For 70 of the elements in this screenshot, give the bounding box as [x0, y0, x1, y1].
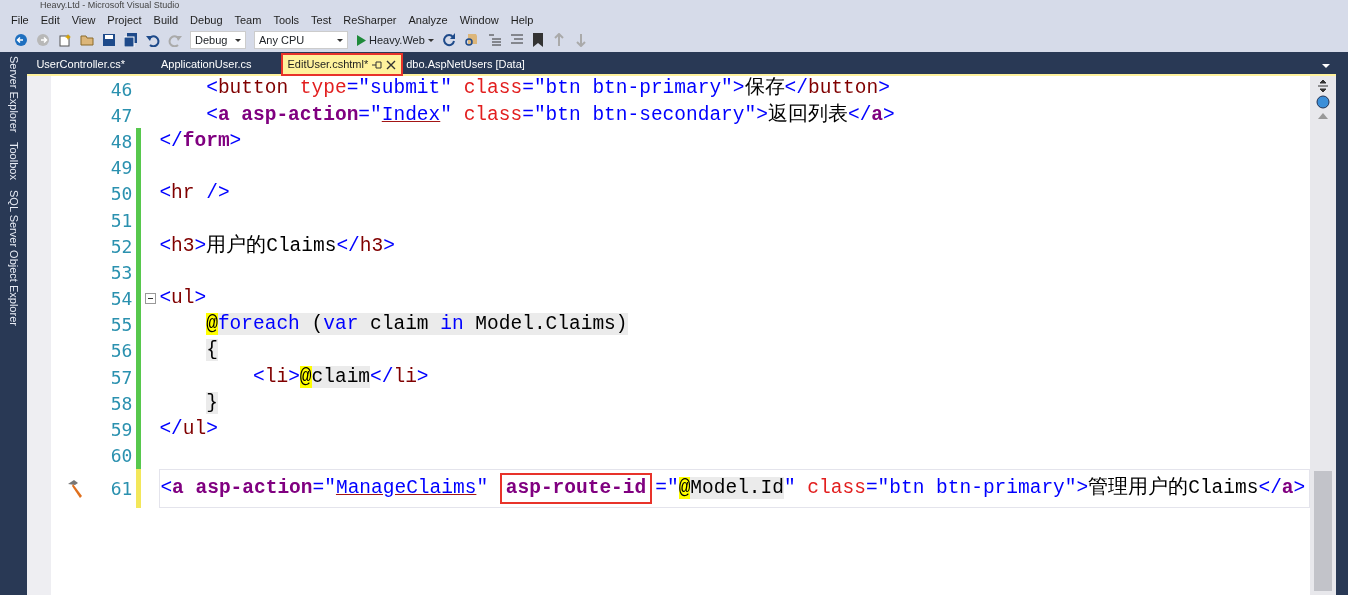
code-line: </form>	[159, 128, 243, 154]
line-number: 46	[109, 77, 133, 102]
save-icon[interactable]	[102, 33, 116, 47]
line-number: 58	[109, 391, 133, 416]
menu-item[interactable]: Project	[102, 9, 149, 29]
circle-icon[interactable]	[1316, 95, 1331, 109]
line-number: 54	[109, 287, 133, 312]
folder-icon[interactable]	[80, 33, 94, 47]
line-number: 59	[109, 418, 133, 443]
menu-item[interactable]: Window	[454, 9, 506, 29]
code-line: <button type="submit" class="btn btn-primary">保存</button>	[205, 76, 891, 102]
save-all-icon[interactable]	[124, 33, 138, 47]
line-number: 60	[109, 444, 133, 469]
line-number: 48	[109, 129, 133, 154]
find-icon[interactable]	[463, 33, 480, 47]
document-tab[interactable]: dbo.AspNetUsers [Data]	[401, 55, 530, 74]
line-number: 61	[109, 477, 133, 501]
menu-item[interactable]: Tools	[268, 9, 307, 29]
indent-icon[interactable]	[487, 33, 502, 47]
code-line: </ul>	[159, 416, 219, 442]
caret-icon[interactable]	[235, 38, 241, 42]
menu-item[interactable]: Debug	[185, 9, 230, 29]
menu-item[interactable]: Test	[306, 9, 339, 29]
menu-item[interactable]: ReSharper	[338, 9, 404, 29]
split-icon[interactable]	[1317, 80, 1330, 92]
line-number: 53	[109, 260, 133, 285]
start-button[interactable]: Heavy.Web	[356, 31, 434, 49]
line-number: 47	[109, 103, 133, 128]
menu-item[interactable]: Edit	[35, 9, 67, 29]
code-line: <li>@claim</li>	[252, 364, 430, 390]
pin-icon[interactable]	[372, 59, 383, 70]
document-tab[interactable]: ApplicationUser.cs	[156, 55, 257, 74]
code-line: <a asp-action="Index" class="btn btn-secondary">返回列表</a>	[205, 102, 896, 128]
line-number: 55	[109, 313, 133, 338]
caret-icon[interactable]	[337, 38, 343, 42]
line-number: 52	[109, 234, 133, 259]
menu-item[interactable]: Analyze	[403, 9, 455, 29]
document-tab[interactable]: EditUser.cshtml*	[282, 55, 402, 74]
dropdown-icon[interactable]	[1322, 64, 1331, 68]
code-line: <ul>	[159, 285, 208, 311]
line-number: 50	[109, 182, 133, 207]
menu-item[interactable]: File	[6, 9, 36, 29]
new-item-icon[interactable]	[58, 33, 72, 47]
line-number: 51	[109, 208, 133, 233]
platform-dropdown[interactable]: Any CPU	[254, 31, 348, 49]
close-icon[interactable]	[386, 59, 397, 70]
code-line: <hr />	[159, 181, 231, 207]
refresh-icon[interactable]	[441, 33, 456, 47]
play-icon[interactable]	[356, 34, 366, 46]
line-number: 49	[109, 156, 133, 181]
comment-icon[interactable]	[509, 33, 524, 47]
menu-item[interactable]: Help	[505, 9, 541, 29]
code-line: <h3>用户的Claims</h3>	[159, 233, 396, 259]
caret-icon[interactable]	[427, 38, 434, 42]
vertical-scrollbar[interactable]	[1310, 76, 1337, 595]
back-icon[interactable]	[14, 33, 28, 47]
bookmark-icon[interactable]	[531, 33, 544, 47]
line-number: 56	[109, 339, 133, 364]
menu-item[interactable]: View	[66, 9, 103, 29]
menu-item[interactable]: Build	[148, 9, 186, 29]
menu-item[interactable]: Team	[229, 9, 269, 29]
dock-tab[interactable]: Server Explorer	[5, 56, 22, 133]
document-tab[interactable]: UserController.cs*	[31, 55, 131, 74]
dock-tab[interactable]: SQL Server Object Explorer	[5, 190, 22, 327]
configuration-dropdown[interactable]: Debug	[190, 31, 246, 49]
scrollbar-thumb[interactable]	[1314, 471, 1333, 591]
dock-tab[interactable]: Toolbox	[5, 142, 22, 181]
collapse-icon[interactable]	[144, 293, 156, 305]
undo-icon[interactable]	[146, 33, 160, 47]
line-number: 57	[109, 365, 133, 390]
